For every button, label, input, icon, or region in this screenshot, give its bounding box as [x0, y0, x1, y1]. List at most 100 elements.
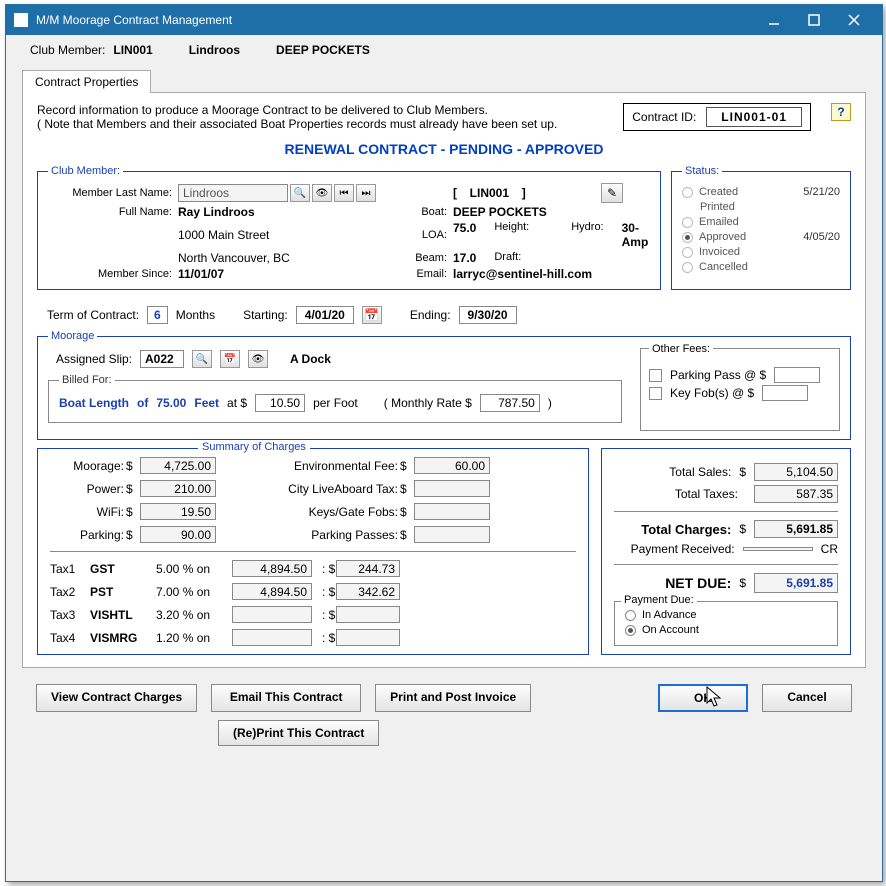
beam-label: Beam: [393, 252, 453, 264]
status-created-radio[interactable] [682, 187, 693, 198]
ending-date[interactable]: 9/30/20 [459, 306, 517, 324]
maximize-button[interactable] [794, 6, 834, 34]
moorage-charge-label: Moorage: [50, 459, 126, 473]
total-charges: 5,691.85 [754, 520, 838, 538]
tax1-label: Tax1 [50, 562, 90, 576]
power-label: Power: [50, 482, 126, 496]
status-created-date: 5/21/20 [803, 186, 840, 198]
cancel-button[interactable]: Cancel [762, 684, 852, 712]
reprint-button[interactable]: (Re)Print This Contract [218, 720, 379, 746]
tax2-code: PST [90, 585, 156, 599]
term-months-input[interactable]: 6 [147, 306, 168, 324]
tax3-base [232, 606, 312, 623]
beam-value: 17.0 [453, 251, 476, 265]
slip-binoculars-icon[interactable]: 👁 [248, 350, 268, 368]
parking-pass-label: Parking Pass @ $ [670, 368, 766, 382]
ok-button[interactable]: OK [658, 684, 748, 712]
slip-lookup-icon[interactable]: 🔍 [192, 350, 212, 368]
member-code: LIN001 [113, 43, 152, 57]
term-months-label: Months [176, 308, 215, 322]
button-bar: View Contract Charges Email This Contrac… [6, 676, 882, 716]
tax1-rate: 5.00 % on [156, 562, 232, 576]
parking-charge: 90.00 [140, 526, 216, 543]
club-member-group: Club Member: Member Last Name: Lindroos … [37, 165, 661, 290]
lookup-icon[interactable]: 🔍 [290, 184, 310, 202]
loa-value: 75.0 [453, 221, 476, 249]
status-group: Status: Created5/21/20 Printed Emailed A… [671, 165, 851, 290]
payment-received-label: Payment Received: [614, 542, 735, 556]
on-account-radio[interactable] [625, 625, 636, 636]
in-advance-radio[interactable] [625, 610, 636, 621]
edit-icon[interactable]: ✎ [601, 183, 623, 203]
draft-label: Draft: [494, 251, 521, 265]
contract-id-label: Contract ID: [632, 110, 696, 124]
status-emailed-label: Emailed [699, 216, 739, 228]
billed-len: 75.00 [156, 396, 186, 410]
moorage-charge: 4,725.00 [140, 457, 216, 474]
status-cancelled-radio[interactable] [682, 262, 693, 273]
dock-name: A Dock [290, 352, 331, 366]
moorage-legend: Moorage [48, 330, 97, 342]
total-sales-label: Total Sales: [614, 465, 731, 479]
payment-cr: CR [821, 542, 838, 556]
prev-icon[interactable]: ⏮ [334, 184, 354, 202]
total-taxes: 587.35 [754, 485, 838, 503]
email-label: Email: [393, 268, 453, 280]
summary-legend: Summary of Charges [198, 441, 310, 453]
intro-line1: Record information to produce a Moorage … [37, 103, 611, 117]
monthly-rate: 787.50 [480, 394, 540, 412]
keys-label: Keys/Gate Fobs: [250, 505, 400, 519]
close-button[interactable] [834, 6, 874, 34]
calendar-icon[interactable]: 📅 [362, 306, 382, 324]
status-legend: Status: [682, 165, 722, 177]
minimize-button[interactable] [754, 6, 794, 34]
view-charges-button[interactable]: View Contract Charges [36, 684, 197, 712]
address1: 1000 Main Street [178, 228, 393, 242]
keys-charge [414, 503, 490, 520]
slip-input[interactable]: A022 [140, 350, 184, 368]
parking-pass-amount[interactable] [774, 367, 820, 383]
starting-label: Starting: [243, 308, 288, 322]
last-name-label: Member Last Name: [48, 187, 178, 199]
tax1-code: GST [90, 562, 156, 576]
print-post-button[interactable]: Print and Post Invoice [375, 684, 531, 712]
address2: North Vancouver, BC [178, 251, 393, 265]
key-fob-amount[interactable] [762, 385, 808, 401]
payment-due-group: Payment Due: In Advance On Account [614, 601, 838, 646]
tax2-base: 4,894.50 [232, 583, 312, 600]
boat-name-value: DEEP POCKETS [453, 205, 623, 219]
rate-input[interactable]: 10.50 [255, 394, 305, 412]
parking-pass-checkbox[interactable] [649, 369, 662, 382]
tax2-rate: 7.00 % on [156, 585, 232, 599]
starting-date[interactable]: 4/01/20 [296, 306, 354, 324]
tax2-amt: 342.62 [336, 583, 400, 600]
help-icon[interactable]: ? [831, 103, 851, 121]
next-icon[interactable]: ⏭ [356, 184, 376, 202]
term-label: Term of Contract: [47, 308, 139, 322]
member-since-label: Member Since: [48, 268, 178, 280]
loa-label: LOA: [393, 229, 453, 241]
ending-label: Ending: [410, 308, 451, 322]
tax4-label: Tax4 [50, 631, 90, 645]
key-fob-checkbox[interactable] [649, 387, 662, 400]
status-emailed-radio[interactable] [682, 217, 693, 228]
total-charges-label: Total Charges: [614, 522, 731, 537]
last-name-field[interactable]: Lindroos [178, 184, 288, 202]
parking-label: Parking: [50, 528, 126, 542]
slip-calendar-icon[interactable]: 📅 [220, 350, 240, 368]
boat-label: Boat: [393, 206, 453, 218]
email-contract-button[interactable]: Email This Contract [211, 684, 361, 712]
status-invoiced-radio[interactable] [682, 247, 693, 258]
total-sales: 5,104.50 [754, 463, 838, 481]
status-title: RENEWAL CONTRACT - PENDING - APPROVED [37, 141, 851, 157]
wifi-charge: 19.50 [140, 503, 216, 520]
intro-row: Record information to produce a Moorage … [37, 103, 851, 131]
subheader: Club Member: LIN001 Lindroos DEEP POCKET… [6, 35, 882, 63]
status-approved-radio[interactable] [682, 232, 693, 243]
full-name-value: Ray Lindroos [178, 205, 393, 219]
binoculars-icon[interactable]: 👁 [312, 184, 332, 202]
hydro-label: Hydro: [571, 221, 603, 249]
env-fee-label: Environmental Fee: [250, 459, 400, 473]
boat-name: DEEP POCKETS [276, 43, 370, 57]
tab-contract-properties[interactable]: Contract Properties [22, 70, 151, 93]
